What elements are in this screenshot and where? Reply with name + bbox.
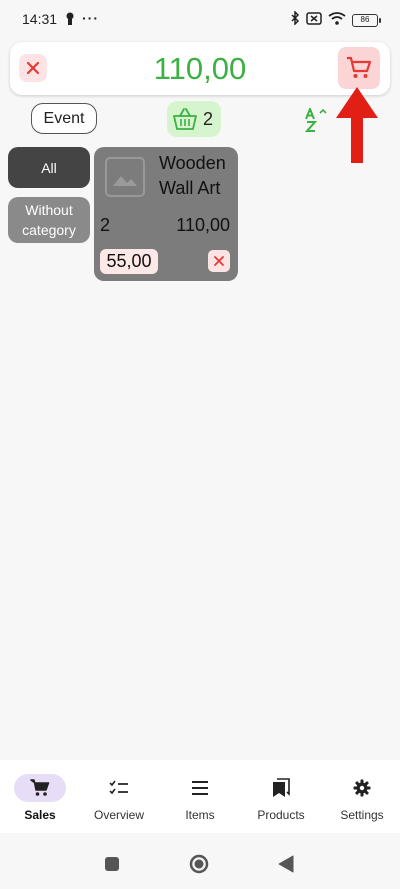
close-icon <box>214 256 224 266</box>
no-sim-icon <box>306 11 322 30</box>
basket-count: 2 <box>203 108 214 129</box>
bluetooth-icon <box>290 10 300 30</box>
category-all[interactable]: All <box>8 147 90 188</box>
basket-icon <box>173 108 197 130</box>
sort-az-icon <box>304 106 327 132</box>
checklist-icon <box>109 780 128 795</box>
nav-products[interactable]: Products <box>241 760 321 833</box>
bookmarks-icon <box>273 778 290 797</box>
square-icon <box>105 857 119 871</box>
nav-label: Sales <box>24 808 56 822</box>
red-arrow-annotation <box>336 87 378 163</box>
image-placeholder-icon <box>105 157 145 197</box>
nav-label: Items <box>185 808 215 822</box>
cart-icon <box>30 779 50 796</box>
status-bar: 14:31 ··· 86 <box>0 0 400 40</box>
system-navigation-bar <box>0 833 400 889</box>
status-icons: 86 <box>290 10 381 30</box>
status-dots: ··· <box>82 10 99 26</box>
sort-az-button[interactable] <box>303 106 329 132</box>
nav-sales[interactable]: Sales <box>0 760 80 833</box>
product-card[interactable]: Wooden Wall Art 2 110,00 55,00 <box>94 147 238 281</box>
nav-label: Overview <box>93 808 144 822</box>
nav-overview[interactable]: Overview <box>79 760 159 833</box>
status-time: 14:31 <box>22 11 58 27</box>
nav-items[interactable]: Items <box>160 760 240 833</box>
checkout-cart-button[interactable] <box>338 47 380 89</box>
home-circle-icon <box>189 854 209 874</box>
product-line-total: 110,00 <box>176 215 230 235</box>
cart-icon <box>347 56 372 78</box>
battery-icon: 86 <box>352 14 381 27</box>
nav-settings[interactable]: Settings <box>322 760 400 833</box>
category-without-category[interactable]: Without category <box>8 197 90 243</box>
back-triangle-icon <box>278 855 294 873</box>
back-button[interactable] <box>278 855 294 878</box>
home-button[interactable] <box>189 854 209 879</box>
bottom-navigation: Sales Overview Items Products Settings <box>0 760 400 833</box>
product-name: Wooden Wall Art <box>159 153 226 198</box>
event-button[interactable]: Event <box>31 103 97 134</box>
list-icon <box>192 781 208 795</box>
wifi-icon <box>328 11 346 30</box>
basket-button[interactable]: 2 <box>167 101 221 137</box>
nav-label: Settings <box>340 808 384 822</box>
product-quantity: 2 <box>100 215 111 235</box>
product-unit-price[interactable]: 55,00 <box>100 249 158 274</box>
nav-label: Products <box>257 808 305 822</box>
gear-icon <box>353 779 371 797</box>
keyhole-icon <box>65 12 75 31</box>
cart-total-amount: 110,00 <box>153 51 247 86</box>
recents-button[interactable] <box>104 856 120 877</box>
remove-product-button[interactable] <box>208 250 230 272</box>
